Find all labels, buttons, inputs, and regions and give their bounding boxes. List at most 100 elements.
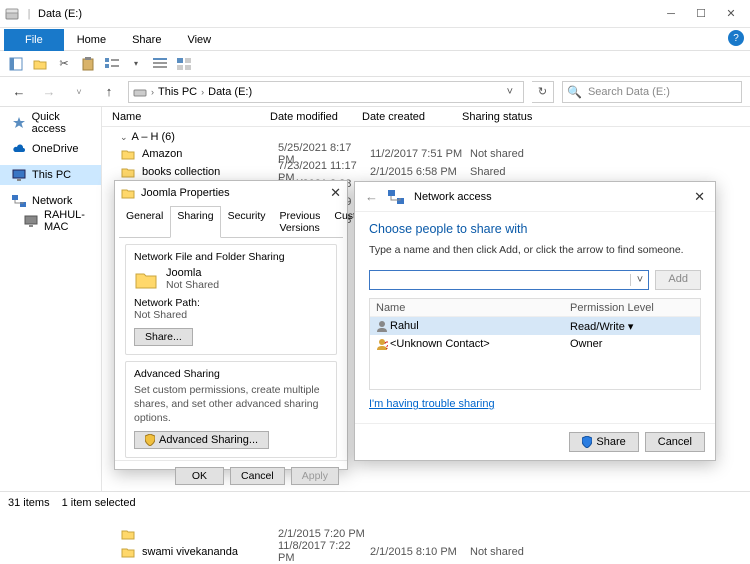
sidebar-item-label: This PC (32, 169, 71, 181)
qat-folder-icon[interactable] (30, 54, 50, 74)
folder-icon (120, 147, 136, 161)
address-bar[interactable]: › This PC › Data (E:) ˅ (128, 81, 524, 103)
share-button[interactable]: Share (569, 432, 638, 452)
network-sharing-group: Network File and Folder Sharing Joomla N… (125, 244, 337, 355)
column-headers[interactable]: Name Date modified Date created Sharing … (102, 107, 750, 127)
properties-dialog: Joomla Properties ✕ General Sharing Secu… (114, 180, 348, 470)
status-bar: 31 items 1 item selected (0, 491, 750, 513)
person-name: Rahul (390, 320, 570, 332)
drive-crumb-icon (133, 86, 147, 98)
file-ss: Not shared (470, 148, 524, 160)
tab-home[interactable]: Home (64, 29, 119, 51)
sidebar-item-onedrive[interactable]: OneDrive (0, 139, 101, 159)
qat-large-icons-icon[interactable] (174, 54, 194, 74)
folder-icon (120, 545, 136, 559)
trouble-sharing-link[interactable]: I'm having trouble sharing (369, 398, 495, 410)
cancel-button[interactable]: Cancel (645, 432, 705, 452)
refresh-button[interactable]: ↻ (532, 81, 554, 103)
ptab-security[interactable]: Security (221, 206, 273, 238)
help-icon[interactable]: ? (728, 30, 744, 46)
ok-button[interactable]: OK (175, 467, 224, 485)
chevron-down-icon: ⌄ (120, 132, 128, 143)
file-dc: 2/1/2015 8:10 PM (370, 546, 470, 558)
cloud-icon (12, 142, 26, 156)
crumb-this-pc[interactable]: This PC (158, 86, 197, 98)
share-status: Not Shared (166, 279, 219, 293)
sidebar-item-this-pc[interactable]: This PC (0, 165, 101, 185)
share-subtext: Type a name and then click Add, or click… (369, 244, 701, 256)
maximize-button[interactable]: ☐ (686, 3, 716, 25)
network-access-dialog: ← Network access ✕ Choose people to shar… (354, 181, 716, 461)
share-header: ← Network access ✕ (355, 182, 715, 212)
cancel-button[interactable]: Cancel (230, 467, 285, 485)
sidebar-item-quick-access[interactable]: Quick access (0, 113, 101, 133)
recent-dropdown[interactable]: ˅ (68, 81, 90, 103)
share-name-combo[interactable]: ˅ (369, 270, 649, 290)
table-row[interactable]: Rahul Read/Write ▾ (370, 317, 700, 335)
sidebar-item-label: OneDrive (32, 143, 78, 155)
folder-icon (120, 527, 136, 541)
crumb-data-e[interactable]: Data (E:) (208, 86, 252, 98)
address-dropdown-icon[interactable]: ˅ (501, 86, 519, 98)
close-icon[interactable]: ✕ (694, 189, 705, 205)
ptab-previous-versions[interactable]: Previous Versions (273, 206, 328, 238)
sidebar-item-rahul-mac[interactable]: RAHUL-MAC (0, 211, 101, 231)
share-button[interactable]: Share... (134, 328, 193, 346)
group-title: Network File and Folder Sharing (134, 251, 328, 263)
person-perm[interactable]: Read/Write ▾ (570, 320, 633, 333)
col-sharing-status[interactable]: Sharing status (462, 111, 750, 123)
back-icon[interactable]: ← (365, 189, 378, 204)
network-icon (388, 190, 404, 204)
crumb-sep-icon[interactable]: › (201, 87, 204, 97)
minimize-button[interactable]: ─ (656, 3, 686, 25)
back-button[interactable]: ← (8, 81, 30, 103)
status-items: 31 items (8, 497, 50, 509)
col-name[interactable]: Name (112, 111, 270, 123)
table-row[interactable]: 2/1/2015 7:20 PM (102, 525, 750, 543)
nav-pane: Quick access OneDrive This PC Network RA… (0, 107, 102, 509)
properties-title: Joomla Properties (141, 187, 230, 199)
chevron-down-icon[interactable]: ˅ (630, 274, 648, 286)
advanced-sharing-button[interactable]: Advanced Sharing... (134, 431, 269, 449)
col-permission[interactable]: Permission Level (570, 302, 654, 314)
share-people-table: Name Permission Level Rahul Read/Write ▾… (369, 298, 701, 390)
up-button[interactable]: ↑ (98, 81, 120, 103)
qat-paste-icon[interactable] (78, 54, 98, 74)
group-header[interactable]: ⌄ A – H (6) (102, 127, 750, 145)
qat-dropdown-icon[interactable]: ▾ (126, 54, 146, 74)
qat-nav-pane-icon[interactable] (6, 54, 26, 74)
ptab-sharing[interactable]: Sharing (170, 206, 220, 238)
netpath-value: Not Shared (134, 309, 328, 323)
close-button[interactable]: ✕ (716, 3, 746, 25)
forward-button[interactable]: → (38, 81, 60, 103)
share-name: Joomla (166, 267, 219, 279)
netpath-label: Network Path: (134, 297, 328, 309)
close-icon[interactable]: ✕ (330, 185, 341, 201)
tab-file[interactable]: File (4, 29, 64, 51)
table-row[interactable]: ? <Unknown Contact> Owner (370, 335, 700, 353)
address-row: ← → ˅ ↑ › This PC › Data (E:) ˅ ↻ 🔍 Sear… (0, 77, 750, 107)
sidebar-item-network[interactable]: Network (0, 191, 101, 211)
apply-button[interactable]: Apply (291, 467, 339, 485)
col-date-created[interactable]: Date created (362, 111, 462, 123)
folder-icon (134, 270, 158, 290)
col-name[interactable]: Name (370, 302, 570, 314)
ptab-general[interactable]: General (119, 206, 170, 238)
qat-view-icon[interactable] (102, 54, 122, 74)
table-row[interactable]: Amazon5/25/2021 8:17 PM11/2/2017 7:51 PM… (102, 145, 750, 163)
quick-access-toolbar: ✂ ▾ (0, 51, 750, 77)
share-name-input[interactable] (370, 271, 630, 289)
add-button[interactable]: Add (655, 270, 701, 290)
user-icon (374, 320, 390, 332)
titlebar: | Data (E:) ─ ☐ ✕ (0, 0, 750, 28)
search-box[interactable]: 🔍 Search Data (E:) (562, 81, 742, 103)
qat-cut-icon[interactable]: ✂ (54, 54, 74, 74)
tab-view[interactable]: View (174, 29, 224, 51)
crumb-sep-icon[interactable]: › (151, 87, 154, 97)
table-row[interactable]: books collection7/23/2021 11:17 PM2/1/20… (102, 163, 750, 181)
tab-share[interactable]: Share (119, 29, 174, 51)
qat-details-icon[interactable] (150, 54, 170, 74)
col-date-modified[interactable]: Date modified (270, 111, 362, 123)
properties-titlebar[interactable]: Joomla Properties ✕ (115, 181, 347, 205)
table-row[interactable]: swami vivekananda11/8/2017 7:22 PM2/1/20… (102, 543, 750, 561)
